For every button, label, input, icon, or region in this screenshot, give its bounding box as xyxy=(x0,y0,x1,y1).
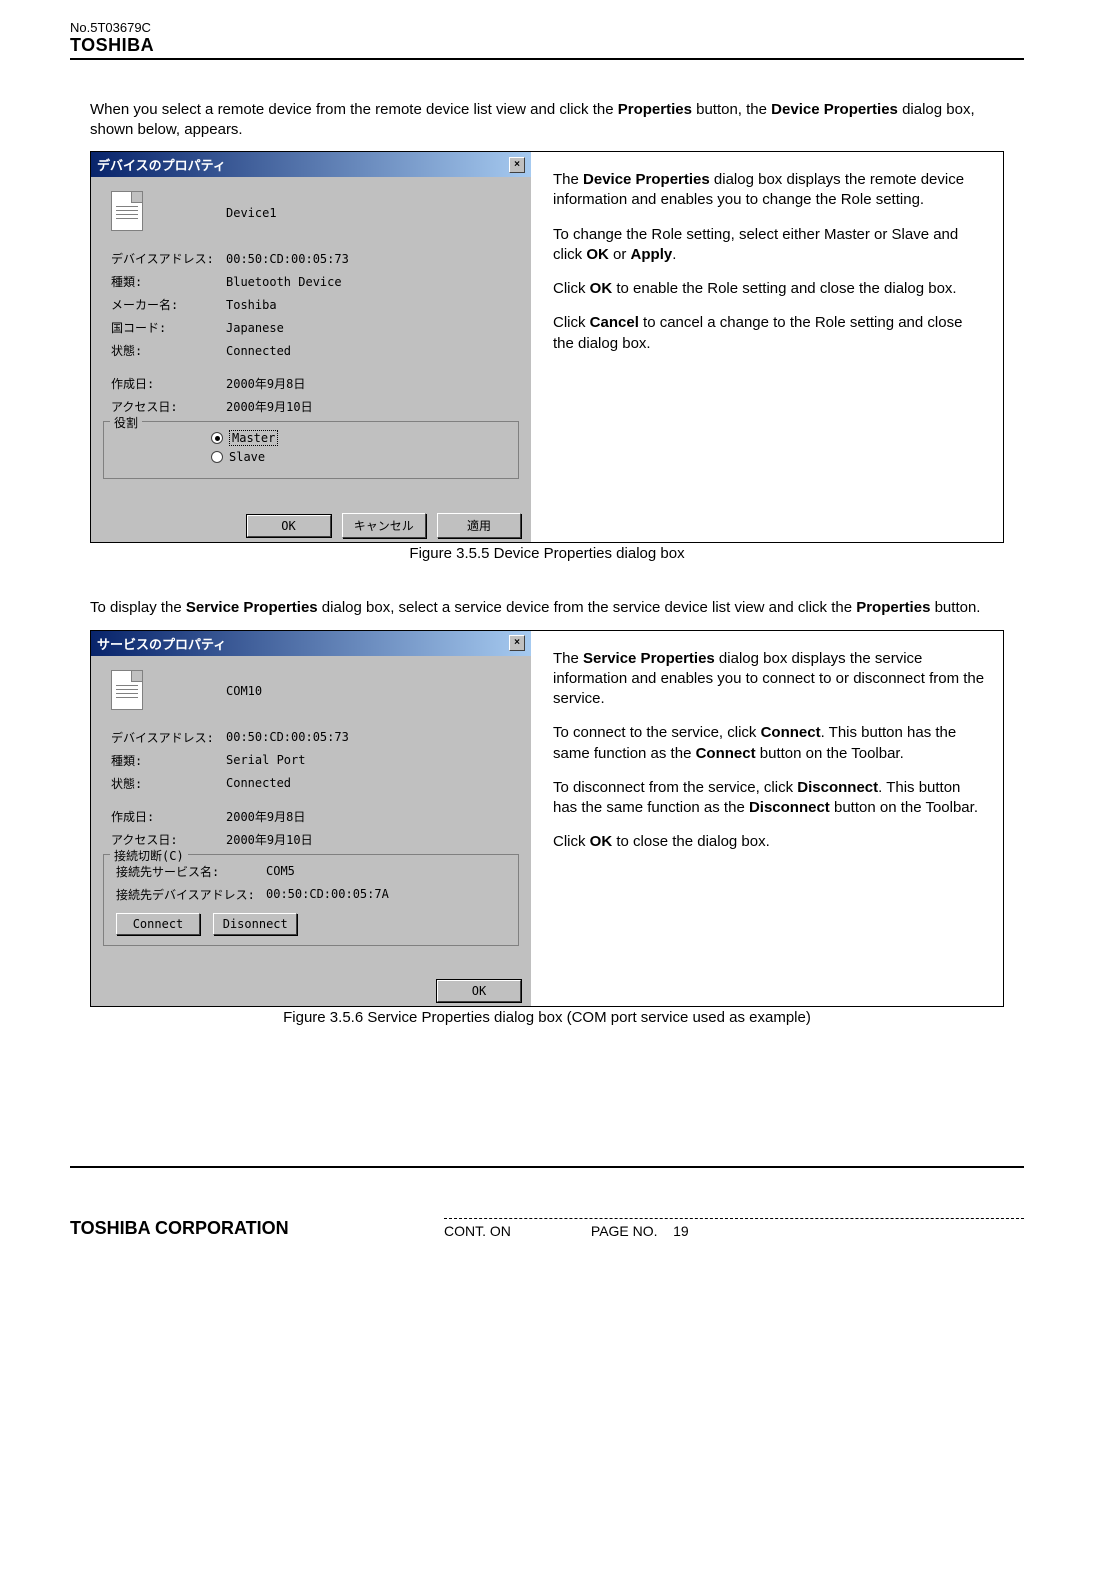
document-icon xyxy=(111,670,143,710)
role-legend: 役割 xyxy=(110,414,142,431)
addr-value: 00:50:CD:00:05:73 xyxy=(226,252,349,266)
access-label: アクセス日: xyxy=(111,831,226,848)
role-slave-row[interactable]: Slave xyxy=(211,450,506,464)
page-header: No.5T03679C TOSHIBA xyxy=(70,20,1024,60)
disconnect-legend: 接続切断(C) xyxy=(110,847,188,864)
created-value: 2000年9月8日 xyxy=(226,808,305,825)
service-properties-dialog: サービスのプロパティ × COM10 デバイスアドレス:00:50:CD:00:… xyxy=(91,631,531,1006)
explain-2: The Service Properties dialog box displa… xyxy=(531,631,1003,1006)
dialog2-titlebar: サービスのプロパティ × xyxy=(91,631,531,656)
access-value: 2000年9月10日 xyxy=(226,398,313,415)
page-no-label: PAGE NO. xyxy=(591,1223,658,1239)
footer-company: TOSHIBA CORPORATION xyxy=(70,1218,289,1239)
dialog2-button-row: OK xyxy=(91,974,531,1006)
type-value: Serial Port xyxy=(226,753,305,767)
created-value: 2000年9月8日 xyxy=(226,375,305,392)
conn-addr-value: 00:50:CD:00:05:7A xyxy=(266,887,389,901)
access-value: 2000年9月10日 xyxy=(226,831,313,848)
intro-paragraph-2: To display the Service Properties dialog… xyxy=(90,598,1004,618)
doc-number: No.5T03679C xyxy=(70,20,1024,35)
disconnect-button[interactable]: Disonnect xyxy=(213,913,297,935)
status-value: Connected xyxy=(226,776,291,790)
addr-label: デバイスアドレス: xyxy=(111,729,226,746)
access-label: アクセス日: xyxy=(111,398,226,415)
conn-service-label: 接続先サービス名: xyxy=(116,863,266,880)
created-label: 作成日: xyxy=(111,375,226,392)
intro-paragraph-1: When you select a remote device from the… xyxy=(90,100,1004,139)
header-company: TOSHIBA xyxy=(70,35,1024,56)
close-icon[interactable]: × xyxy=(509,635,525,651)
country-label: 国コード: xyxy=(111,319,226,336)
radio-icon[interactable] xyxy=(211,432,223,444)
figure-caption-2: Figure 3.5.6 Service Properties dialog b… xyxy=(90,1009,1004,1026)
maker-label: メーカー名: xyxy=(111,296,226,313)
type-label: 種類: xyxy=(111,273,226,290)
role-fieldset: 役割 Master Slave xyxy=(103,421,519,479)
ok-button[interactable]: OK xyxy=(437,980,521,1002)
document-icon xyxy=(111,191,143,231)
explain-1: The Device Properties dialog box display… xyxy=(531,152,1003,542)
ok-button[interactable]: OK xyxy=(247,515,331,537)
cancel-button[interactable]: キャンセル xyxy=(342,513,426,538)
disconnect-fieldset: 接続切断(C) 接続先サービス名:COM5 接続先デバイスアドレス:00:50:… xyxy=(103,854,519,946)
addr-value: 00:50:CD:00:05:73 xyxy=(226,730,349,744)
radio-icon[interactable] xyxy=(211,451,223,463)
status-label: 状態: xyxy=(111,775,226,792)
apply-button[interactable]: 適用 xyxy=(437,513,521,538)
connect-button[interactable]: Connect xyxy=(116,913,200,935)
figure-caption-1: Figure 3.5.5 Device Properties dialog bo… xyxy=(90,545,1004,562)
page-footer: TOSHIBA CORPORATION CONT. ON PAGE NO. 19 xyxy=(70,1218,1024,1239)
device-properties-dialog: デバイスのプロパティ × Device1 デバイスアドレス:00:50:CD:0… xyxy=(91,152,531,542)
dialog1-button-row: OK キャンセル 適用 xyxy=(91,507,531,542)
type-value: Bluetooth Device xyxy=(226,275,342,289)
maker-value: Toshiba xyxy=(226,298,277,312)
created-label: 作成日: xyxy=(111,808,226,825)
page-no-value: 19 xyxy=(673,1223,689,1239)
addr-label: デバイスアドレス: xyxy=(111,250,226,267)
status-label: 状態: xyxy=(111,342,226,359)
figure-block-1: デバイスのプロパティ × Device1 デバイスアドレス:00:50:CD:0… xyxy=(90,151,1004,543)
footer-info: CONT. ON PAGE NO. 19 xyxy=(444,1218,1024,1239)
close-icon[interactable]: × xyxy=(509,157,525,173)
cont-on-label: CONT. ON xyxy=(444,1223,511,1239)
dialog1-title: デバイスのプロパティ xyxy=(97,155,226,174)
dialog2-title: サービスのプロパティ xyxy=(97,634,226,653)
country-value: Japanese xyxy=(226,321,284,335)
figure-block-2: サービスのプロパティ × COM10 デバイスアドレス:00:50:CD:00:… xyxy=(90,630,1004,1007)
type-label: 種類: xyxy=(111,752,226,769)
role-master-row[interactable]: Master xyxy=(211,430,506,446)
device-name: Device1 xyxy=(226,206,277,220)
status-value: Connected xyxy=(226,344,291,358)
footer-rule xyxy=(70,1166,1024,1168)
dialog1-titlebar: デバイスのプロパティ × xyxy=(91,152,531,177)
conn-service-value: COM5 xyxy=(266,864,295,878)
conn-addr-label: 接続先デバイスアドレス: xyxy=(116,886,266,903)
service-name: COM10 xyxy=(226,684,262,698)
